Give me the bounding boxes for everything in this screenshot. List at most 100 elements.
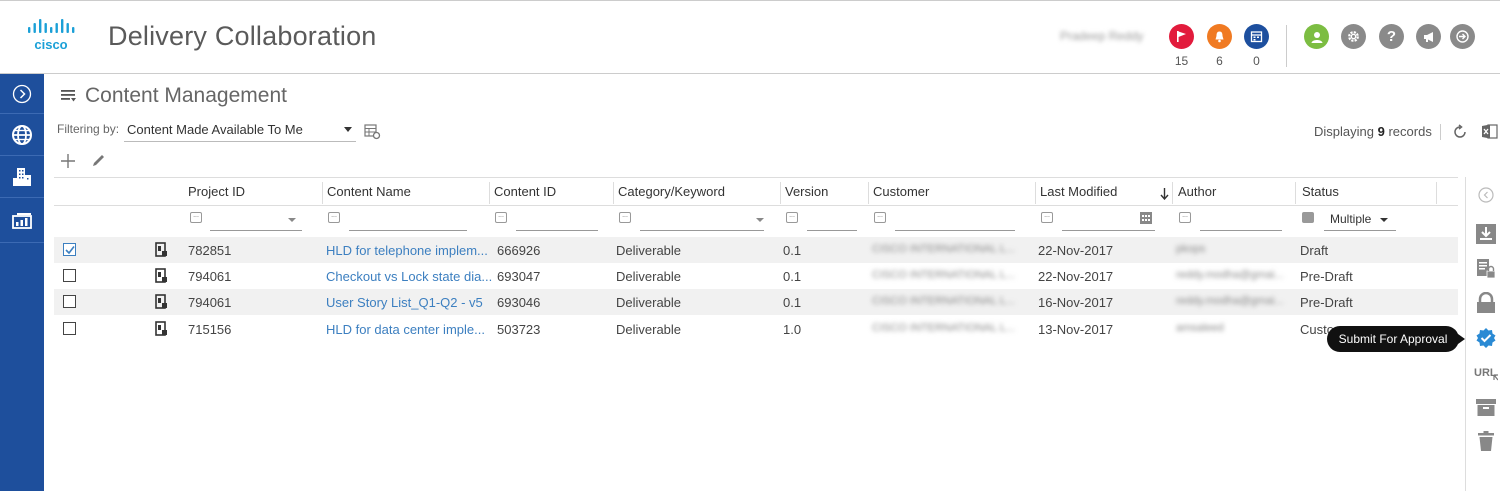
url-icon[interactable]: URL (1474, 361, 1498, 385)
status-filter-value[interactable]: Multiple (1330, 212, 1371, 226)
author-filter-input[interactable] (1200, 230, 1282, 231)
calendar-icon[interactable] (1244, 24, 1269, 49)
sort-descending-icon[interactable] (1160, 187, 1169, 200)
megaphone-icon[interactable] (1416, 24, 1441, 49)
header-divider (1286, 25, 1287, 67)
table-row[interactable]: 782851 HLD for telephone implem... 666926 D… (54, 237, 1458, 263)
cell-content-name[interactable]: HLD for data center imple... (326, 322, 485, 337)
category-filter-input[interactable] (640, 230, 764, 231)
row-checkbox[interactable] (63, 269, 76, 282)
filter-label: Filtering by: (57, 122, 120, 136)
project-id-filter-input[interactable] (210, 230, 302, 231)
records-count-text: Displaying 9 records (1314, 124, 1432, 139)
column-header-content-id[interactable]: Content ID (494, 184, 556, 199)
cell-last-modified: 16-Nov-2017 (1038, 295, 1114, 310)
archive-icon[interactable] (1474, 395, 1498, 419)
left-sidebar (0, 74, 44, 491)
filter-options-button[interactable]: ... (1179, 212, 1191, 223)
cell-content-id: 693047 (497, 269, 541, 284)
gear-icon[interactable] (1341, 24, 1366, 49)
building-icon[interactable] (0, 157, 44, 198)
cell-version: 0.1 (783, 295, 802, 310)
customer-filter-input[interactable] (895, 230, 1015, 231)
filter-dropdown[interactable]: Content Made Available To Me (124, 118, 356, 142)
filter-options-button[interactable]: ... (619, 212, 631, 223)
bell-count: 6 (1216, 54, 1223, 68)
cell-category: Deliverable (616, 269, 682, 284)
calendar-count: 0 (1253, 54, 1260, 68)
cell-last-modified: 22-Nov-2017 (1038, 243, 1114, 258)
filter-settings-icon[interactable] (364, 124, 381, 140)
table-row[interactable]: 794061 Checkout vs Lock state dia... 69304… (54, 263, 1458, 289)
content-id-filter-input[interactable] (516, 230, 598, 231)
user-name[interactable]: Pradeep Reddy (1060, 29, 1143, 43)
page-title: Content Management (85, 84, 287, 107)
column-divider (322, 182, 323, 204)
column-divider (1295, 182, 1296, 204)
cell-customer: CISCO INTERNATIONAL L... (872, 269, 1016, 281)
filter-options-button[interactable]: ... (786, 212, 798, 223)
table-row[interactable]: 794061 User Story List_Q1-Q2 - v5 693046 De… (54, 289, 1458, 315)
column-header-author[interactable]: Author (1178, 184, 1216, 199)
chevron-down-icon[interactable] (756, 218, 764, 222)
column-header-version[interactable]: Version (785, 184, 828, 199)
add-icon[interactable] (60, 153, 76, 169)
edit-icon[interactable] (91, 153, 106, 168)
right-action-panel: URL (1465, 177, 1500, 491)
cell-content-name[interactable]: User Story List_Q1-Q2 - v5 (326, 295, 483, 310)
column-header-project-id[interactable]: Project ID (188, 184, 245, 199)
top-header: cisco Delivery Collaboration Pradeep Red… (0, 0, 1500, 74)
filter-options-button[interactable]: ... (495, 212, 507, 223)
lock-document-icon[interactable] (1474, 257, 1498, 281)
help-icon[interactable]: ? (1379, 24, 1404, 49)
cell-author: reddy.modha@gmai... (1176, 295, 1284, 307)
content-name-filter-input[interactable] (349, 230, 467, 231)
row-checkbox[interactable] (63, 243, 76, 256)
version-filter-input[interactable] (807, 230, 857, 231)
row-checkbox[interactable] (63, 295, 76, 308)
table-header: Project ID Content Name Content ID Categ… (54, 177, 1458, 206)
column-header-status[interactable]: Status (1302, 184, 1339, 199)
status-filter-button[interactable] (1302, 212, 1314, 223)
cell-content-name[interactable]: HLD for telephone implem... (326, 243, 488, 258)
user-icon[interactable] (1304, 24, 1329, 49)
cell-category: Deliverable (616, 295, 682, 310)
filter-options-button[interactable]: ... (1041, 212, 1053, 223)
cell-author: pkops (1176, 243, 1206, 255)
table-row[interactable]: 715156 HLD for data center imple... 503723… (54, 316, 1458, 342)
cell-project-id: 794061 (188, 295, 232, 310)
expand-sidebar-icon[interactable] (0, 74, 44, 114)
refresh-icon[interactable] (1452, 124, 1468, 140)
excel-export-icon[interactable] (1481, 123, 1498, 140)
cell-customer: CISCO INTERNATIONAL L... (872, 322, 1016, 334)
column-divider (780, 182, 781, 204)
column-header-last-modified[interactable]: Last Modified (1040, 184, 1117, 199)
column-header-category[interactable]: Category/Keyword (618, 184, 725, 199)
lock-icon[interactable] (1474, 291, 1498, 315)
dashboard-icon[interactable] (0, 199, 44, 243)
cell-project-id: 715156 (188, 322, 232, 337)
trash-icon[interactable] (1474, 429, 1498, 453)
row-checkbox[interactable] (63, 322, 76, 335)
cell-content-name[interactable]: Checkout vs Lock state dia... (326, 269, 492, 284)
chevron-down-icon[interactable] (288, 218, 296, 222)
app-root: cisco Delivery Collaboration Pradeep Red… (0, 0, 1500, 491)
document-lock-icon (154, 268, 168, 287)
list-menu-icon[interactable] (60, 89, 77, 103)
cell-version: 0.1 (783, 243, 802, 258)
filter-options-button[interactable]: ... (328, 212, 340, 223)
last-modified-filter-input[interactable] (1062, 230, 1155, 231)
filter-options-button[interactable]: ... (190, 212, 202, 223)
flag-icon[interactable] (1169, 24, 1194, 49)
filter-options-button[interactable]: ... (874, 212, 886, 223)
chevron-down-icon[interactable] (1380, 218, 1388, 222)
approve-badge-icon[interactable] (1474, 326, 1498, 350)
download-icon[interactable] (1474, 222, 1498, 246)
logout-icon[interactable] (1450, 24, 1475, 49)
globe-icon[interactable] (0, 115, 44, 156)
collapse-icon[interactable] (1474, 183, 1498, 207)
column-header-content-name[interactable]: Content Name (327, 184, 411, 199)
column-header-customer[interactable]: Customer (873, 184, 929, 199)
calendar-picker-icon[interactable] (1139, 211, 1153, 225)
bell-icon[interactable] (1207, 24, 1232, 49)
